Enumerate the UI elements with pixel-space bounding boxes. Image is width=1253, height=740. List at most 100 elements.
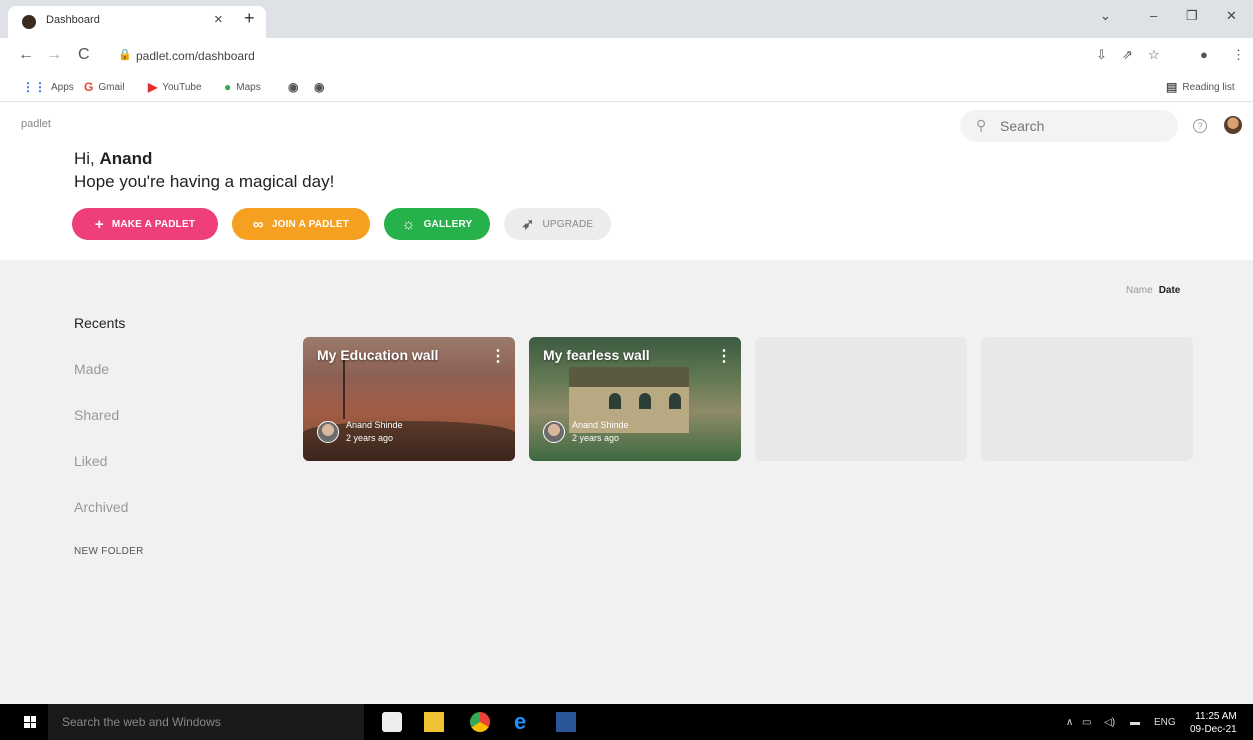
- taskbar-search-placeholder: Search the web and Windows: [62, 715, 221, 729]
- edge-icon[interactable]: e: [514, 711, 534, 733]
- apps-grid-icon: ⋮⋮: [22, 80, 46, 94]
- bookmark-globe-1[interactable]: ◉: [288, 80, 298, 94]
- search-input[interactable]: [1000, 118, 1160, 134]
- reading-list-icon: ▤: [1166, 80, 1178, 94]
- card-time: 2 years ago: [572, 433, 620, 443]
- card-menu-icon[interactable]: ⋮: [490, 346, 506, 366]
- make-padlet-button[interactable]: + MAKE A PADLET: [72, 208, 218, 240]
- address-bar: ← → C 🔒 padlet.com/dashboard ⇩ ⇗ ☆ ● ⋮: [0, 38, 1253, 74]
- bookmarks-bar: ⋮⋮ Apps G Gmail ▶ YouTube ● Maps ◉ ◉ ▤ Readin…: [0, 74, 1253, 102]
- tab-dashboard[interactable]: Dashboard ×: [8, 6, 266, 38]
- bookmark-globe-2[interactable]: ◉: [314, 80, 324, 94]
- sidebar-item-recents[interactable]: Recents: [74, 315, 125, 331]
- card-title: My fearless wall: [543, 347, 650, 363]
- forward-icon[interactable]: →: [46, 46, 62, 64]
- tab-title: Dashboard: [46, 14, 100, 26]
- sidebar-item-made[interactable]: Made: [74, 361, 109, 377]
- bookmark-apps[interactable]: ⋮⋮ Apps: [22, 80, 74, 94]
- clock[interactable]: 11:25 AM 09-Dec-21: [1190, 710, 1237, 736]
- close-tab-icon[interactable]: ×: [214, 11, 223, 28]
- house-window: [669, 393, 681, 409]
- rocket-icon: ➶: [521, 216, 535, 233]
- back-icon[interactable]: ←: [18, 46, 34, 64]
- restore-icon[interactable]: ❐: [1186, 8, 1198, 24]
- globe-icon: ◉: [314, 80, 325, 94]
- word-icon[interactable]: [556, 712, 576, 732]
- sidebar-item-liked[interactable]: Liked: [74, 453, 107, 469]
- card-menu-icon[interactable]: ⋮: [716, 346, 732, 366]
- taskbar-search[interactable]: Search the web and Windows: [48, 704, 364, 740]
- sidebar-item-archived[interactable]: Archived: [74, 499, 128, 515]
- house-window: [609, 393, 621, 409]
- google-icon: G: [84, 80, 94, 94]
- close-window-icon[interactable]: ✕: [1226, 8, 1237, 24]
- bookmark-gmail[interactable]: G Gmail: [84, 80, 124, 94]
- tray-chevron-icon[interactable]: ∧: [1066, 717, 1073, 728]
- sidebar-item-shared[interactable]: Shared: [74, 407, 119, 423]
- menu-icon[interactable]: ⋮: [1232, 47, 1245, 63]
- windows-start-icon[interactable]: [24, 716, 36, 728]
- greeting-subtitle: Hope you're having a magical day!: [74, 172, 335, 191]
- card-title: My Education wall: [317, 347, 439, 363]
- clock-time: 11:25 AM: [1195, 711, 1237, 722]
- search-icon: ⚲: [976, 117, 987, 133]
- notification-icon[interactable]: ▬: [1130, 717, 1140, 728]
- network-icon[interactable]: ▭: [1082, 717, 1091, 728]
- card-cover-image: [569, 367, 689, 389]
- house-window: [639, 393, 651, 409]
- author-avatar: [543, 421, 565, 443]
- file-explorer-icon[interactable]: [424, 712, 444, 732]
- greeting: Hi, Anand: [74, 149, 153, 168]
- reading-list[interactable]: ▤ Reading list: [1166, 80, 1235, 94]
- profile-icon[interactable]: ●: [1200, 47, 1208, 62]
- maps-pin-icon: ●: [224, 80, 232, 94]
- search-box[interactable]: ⚲: [960, 110, 1178, 142]
- tab-strip: Dashboard × + ⌄ – ❐ ✕: [0, 0, 1253, 38]
- store-icon[interactable]: [382, 712, 402, 732]
- globe-icon: ◉: [288, 80, 299, 94]
- avatar[interactable]: [1224, 116, 1242, 134]
- padlet-favicon-icon: [22, 15, 36, 29]
- card-time: 2 years ago: [346, 433, 394, 443]
- bookmark-star-icon[interactable]: ☆: [1148, 47, 1160, 63]
- install-icon[interactable]: ⇩: [1096, 47, 1107, 63]
- tab-search-icon[interactable]: ⌄: [1100, 8, 1111, 24]
- language-indicator[interactable]: ENG: [1154, 717, 1176, 728]
- upgrade-button[interactable]: ➶ UPGRADE: [504, 208, 611, 240]
- sort-by-name[interactable]: Name: [1126, 285, 1153, 296]
- padlet-card[interactable]: My Education wall ⋮ Anand Shinde 2 years…: [303, 337, 515, 461]
- share-icon[interactable]: ⇗: [1122, 47, 1133, 63]
- minimize-icon[interactable]: –: [1150, 8, 1157, 23]
- new-tab-icon[interactable]: +: [244, 8, 255, 29]
- windmill-illustration: [343, 359, 345, 419]
- user-name: Anand: [99, 149, 153, 168]
- clock-date: 09-Dec-21: [1190, 724, 1237, 735]
- card-author: Anand Shinde: [346, 420, 403, 430]
- volume-icon[interactable]: ◁): [1104, 717, 1115, 728]
- padlet-logo[interactable]: padlet: [21, 118, 51, 130]
- sort-by-date[interactable]: Date: [1159, 285, 1181, 296]
- dashboard-main: [0, 260, 1253, 704]
- bookmark-youtube[interactable]: ▶ YouTube: [148, 80, 202, 94]
- lock-icon: 🔒: [118, 49, 132, 61]
- card-author: Anand Shinde: [572, 420, 629, 430]
- url-text: padlet.com/dashboard: [136, 49, 255, 63]
- author-avatar: [317, 421, 339, 443]
- padlet-card[interactable]: My fearless wall ⋮ Anand Shinde 2 years …: [529, 337, 741, 461]
- link-icon: ∞: [252, 215, 264, 233]
- new-folder-button[interactable]: NEW FOLDER: [74, 546, 144, 557]
- lightbulb-icon: ☼: [401, 215, 416, 233]
- empty-card-placeholder: [755, 337, 967, 461]
- omnibox[interactable]: 🔒 padlet.com/dashboard: [100, 43, 1085, 69]
- empty-card-placeholder: [981, 337, 1193, 461]
- sort-options: Name Date: [1126, 285, 1180, 296]
- plus-icon: +: [94, 215, 104, 233]
- reload-icon[interactable]: C: [78, 46, 90, 64]
- bookmark-maps[interactable]: ● Maps: [224, 80, 261, 94]
- windows-taskbar: Search the web and Windows e ∧ ▭ ◁) ▬ EN…: [0, 704, 1253, 740]
- join-padlet-button[interactable]: ∞ JOIN A PADLET: [232, 208, 370, 240]
- gallery-button[interactable]: ☼ GALLERY: [384, 208, 490, 240]
- chrome-icon[interactable]: [470, 712, 490, 732]
- youtube-icon: ▶: [148, 80, 158, 94]
- help-icon[interactable]: ?: [1193, 119, 1207, 133]
